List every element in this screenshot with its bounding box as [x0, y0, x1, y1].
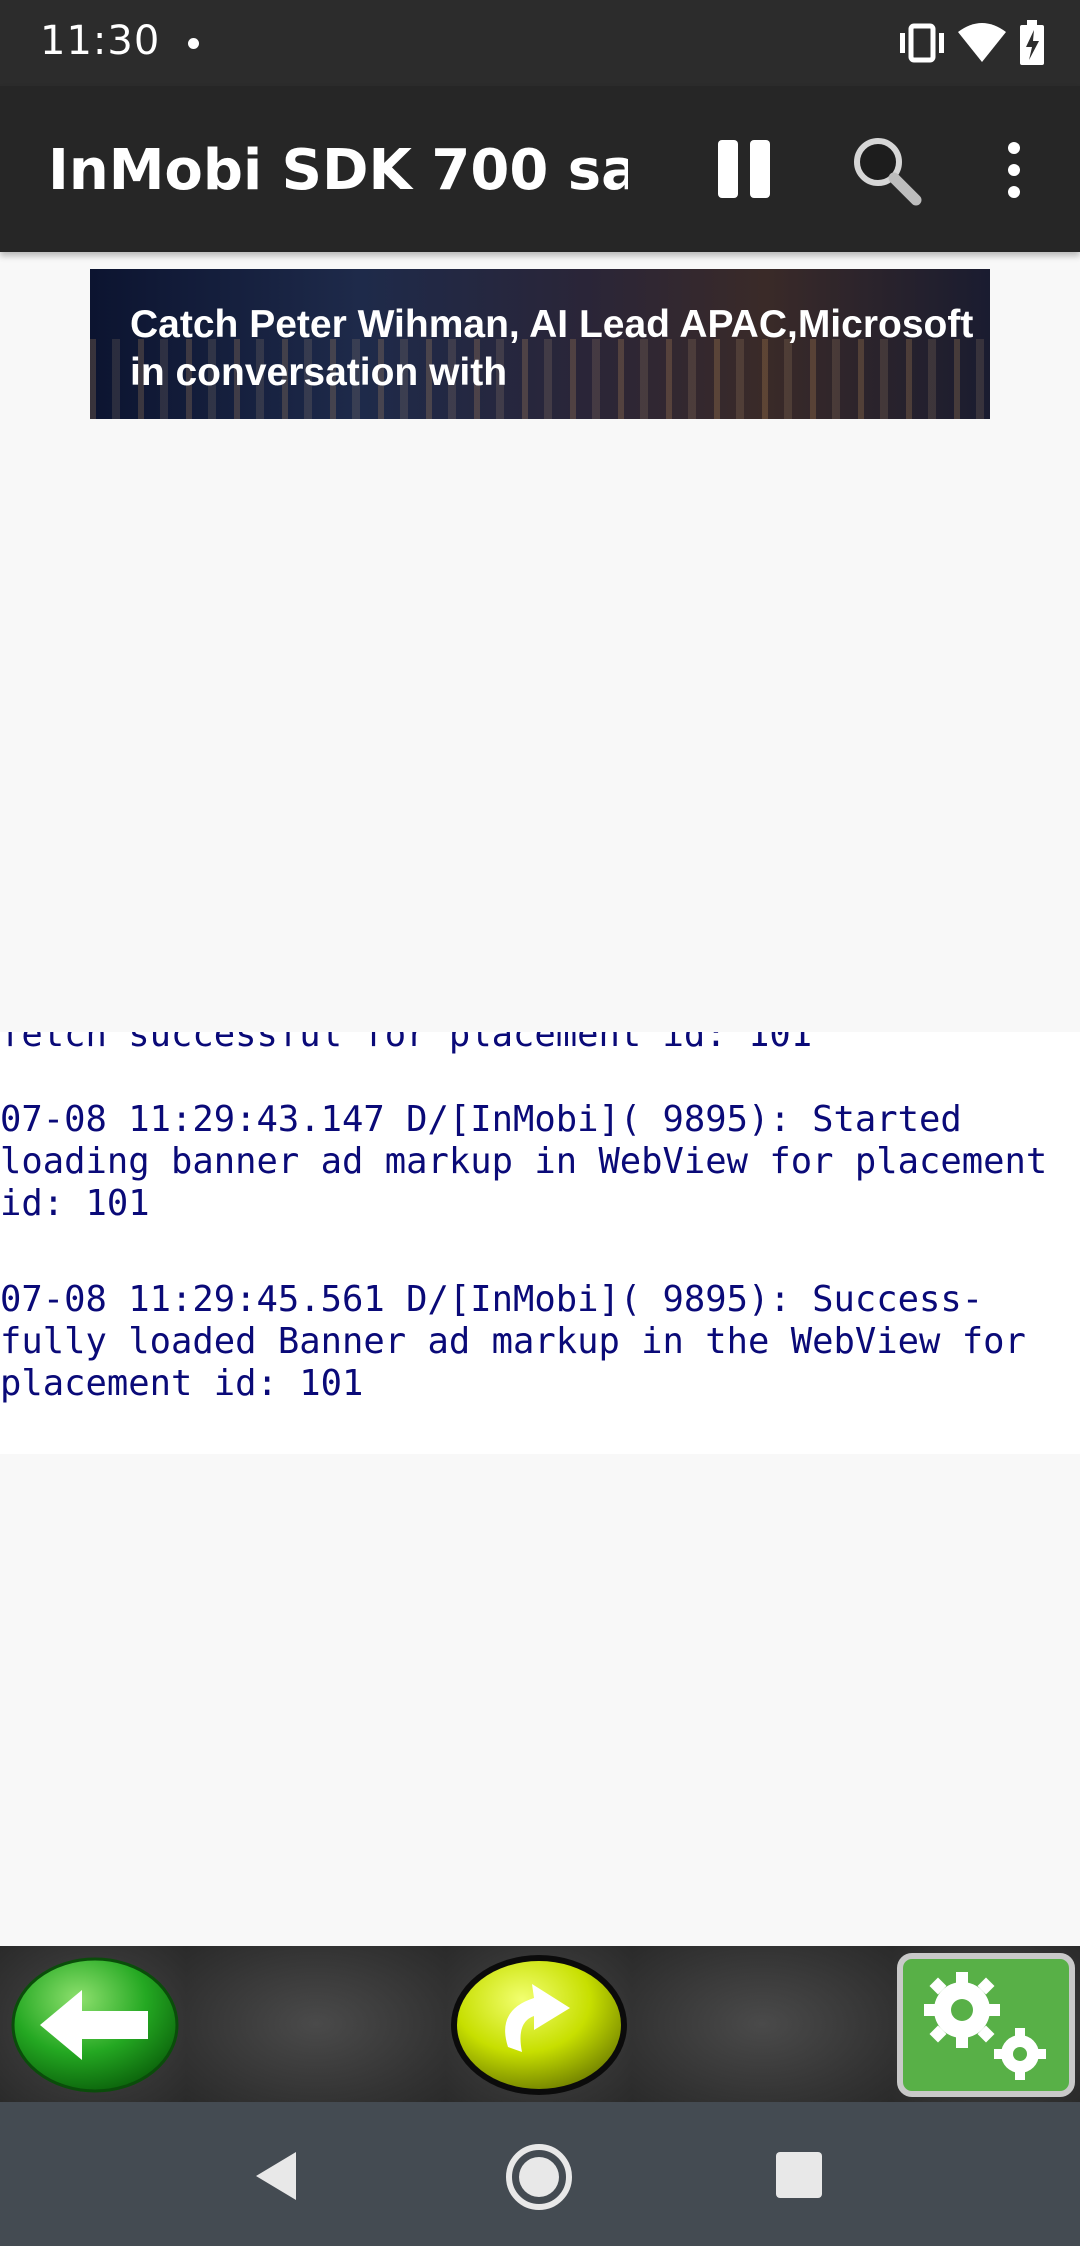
notification-dot: [188, 38, 199, 49]
nav-recents-icon[interactable]: [774, 2150, 824, 2200]
more-vert-icon[interactable]: [1000, 140, 1028, 200]
toolbar-segment: [632, 1946, 892, 2102]
refresh-icon[interactable]: [448, 1952, 630, 2098]
ad-subline: in conversation with: [130, 351, 508, 394]
vibrate-icon: [900, 23, 944, 63]
status-bar: 11:30: [0, 0, 1080, 86]
bottom-toolbar: [0, 1946, 1080, 2102]
settings-gears-icon[interactable]: [896, 1952, 1076, 2098]
nav-back-icon[interactable]: [250, 2148, 300, 2204]
nav-bar: [0, 2102, 1080, 2246]
nav-home-icon[interactable]: [504, 2142, 574, 2212]
log-entry: 07-08 11:29:43.147 D/[InMobi]( 9895): St…: [0, 1099, 1048, 1224]
log-panel[interactable]: fetch successful for placement id: 101 0…: [0, 1032, 1080, 1454]
battery-charging-icon: [1020, 20, 1044, 65]
ad-headline: Catch Peter Wihman, AI Lead APAC,Microso…: [130, 303, 974, 346]
pause-icon[interactable]: [714, 138, 774, 200]
app-title: InMobi SDK 700 sa…: [48, 138, 628, 203]
back-arrow-icon[interactable]: [10, 1956, 180, 2094]
app-bar: InMobi SDK 700 sa…: [0, 86, 1080, 252]
toolbar-segment: [186, 1946, 446, 2102]
ad-banner[interactable]: Catch Peter Wihman, AI Lead APAC,Microso…: [90, 269, 990, 419]
log-partial-line: fetch successful for placement id: 101: [0, 1032, 813, 1055]
search-icon[interactable]: [850, 134, 922, 206]
wifi-icon: [958, 23, 1006, 62]
log-entry: 07-08 11:29:45.561 D/[InMobi]( 9895): Su…: [0, 1279, 1026, 1404]
status-time: 11:30: [40, 18, 161, 64]
